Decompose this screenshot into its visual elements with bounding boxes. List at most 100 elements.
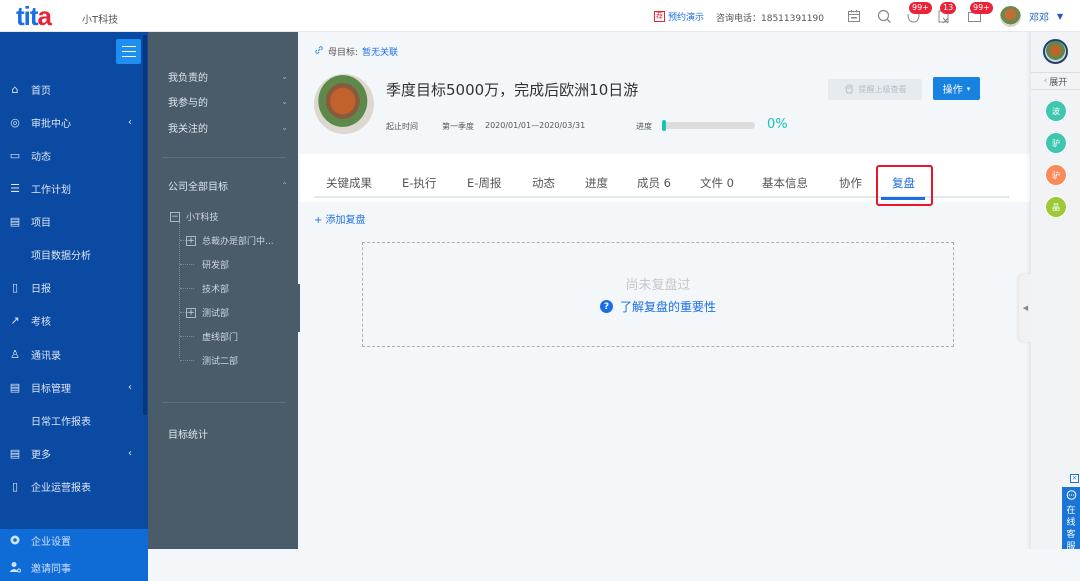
online-service-button[interactable]: 在 线 客 服 [1062, 487, 1080, 552]
nav-item-invite[interactable]: 邀请同事 [0, 556, 140, 578]
nav-item-label: 更多 [31, 449, 51, 461]
filter-my-responsible[interactable]: 我负责的 ⌄ [168, 69, 288, 84]
recommend-icon: 荐 [654, 11, 665, 22]
progress-percent: 0% [767, 117, 788, 132]
chevron-left-icon[interactable]: ‹ [128, 448, 132, 459]
nav-item-label: 动态 [31, 151, 51, 163]
chevron-up-icon: ⌃ [281, 181, 288, 190]
tree-node[interactable]: 虚线部门 [202, 330, 238, 343]
mail-badge: 99+ [970, 2, 993, 14]
user-name[interactable]: 邓邓 [1029, 9, 1049, 24]
nav-item[interactable]: ▯ 企业运营报表 [0, 475, 140, 497]
collapse-icon[interactable]: − [170, 211, 180, 222]
tree-node-root[interactable]: − 小T科技 [170, 210, 219, 223]
message-icon[interactable]: 99+ [905, 2, 932, 24]
mail-icon[interactable]: 99+ [966, 2, 993, 24]
chevron-down-icon[interactable]: ▼ [1057, 12, 1063, 21]
filter-company-all[interactable]: 公司全部目标 ⌃ [168, 178, 288, 193]
plan-icon: ☰ [10, 181, 20, 195]
nav-item-label: 日常工作报表 [31, 416, 91, 428]
goal-owner-avatar[interactable] [314, 74, 374, 134]
goal-title: 季度目标5000万，完成后欧洲10日游 [386, 81, 639, 99]
search-icon[interactable] [876, 8, 892, 24]
caret-down-icon: ▾ [966, 84, 971, 93]
nav-item[interactable]: ⌂ 首页 [0, 78, 140, 100]
learn-review-link[interactable]: ? 了解复盘的重要性 [363, 298, 953, 315]
remind-superior-button[interactable]: 提醒上级查看 [828, 79, 922, 100]
tree-connector [180, 288, 194, 289]
add-review-button[interactable]: + 添加复盘 [314, 211, 366, 226]
parent-goal-link[interactable]: 暂无关联 [362, 45, 398, 58]
tree-node[interactable]: 测试二部 [202, 354, 238, 367]
chevron-down-icon: ⌄ [281, 72, 288, 81]
daily-report-icon: ▯ [11, 280, 19, 294]
tree-node[interactable]: + 测试部 [186, 306, 229, 319]
tab[interactable]: 协作 [839, 175, 862, 191]
period-range: 2020/01/01—2020/03/31 [485, 121, 586, 130]
filter-my-following[interactable]: 我关注的 ⌄ [168, 120, 288, 135]
nav-item-label: 企业设置 [31, 536, 71, 548]
empty-message: 尚未复盘过 [625, 278, 691, 293]
user-menu[interactable]: 邓邓 ▼ [1000, 6, 1063, 27]
nav-item[interactable]: 日常工作报表 [0, 409, 140, 431]
tab[interactable]: 成员 6 [637, 175, 671, 191]
calendar-icon[interactable] [846, 8, 862, 24]
nav-item-label: 考核 [31, 316, 51, 328]
nav-item[interactable]: ▤ 项目 [0, 210, 140, 232]
nav-item[interactable]: ◎ 审批中心 ‹ [0, 111, 140, 133]
tab[interactable]: E-周报 [467, 175, 501, 191]
nav-item[interactable]: ▯ 日报 [0, 276, 140, 298]
book-demo[interactable]: 荐 预约演示 [654, 10, 704, 23]
nav-item[interactable]: ▤ 更多 ‹ [0, 442, 140, 464]
nav-item-settings[interactable]: 企业设置 [0, 529, 140, 551]
expand-icon[interactable]: + [186, 307, 196, 318]
member-avatar[interactable]: 驴 [1045, 132, 1067, 154]
task-icon[interactable]: 13 [936, 2, 957, 24]
tab[interactable]: 文件 0 [700, 175, 734, 191]
project-icon: ▤ [9, 214, 21, 228]
nav-item[interactable]: ▤ 目标管理 ‹ [0, 376, 140, 398]
close-icon[interactable]: × [1070, 474, 1079, 483]
filter-my-participating[interactable]: 我参与的 ⌄ [168, 94, 288, 109]
menu-toggle-button[interactable] [116, 39, 141, 64]
chevron-left-icon[interactable]: ‹ [128, 117, 132, 128]
nav-item-label: 审批中心 [31, 118, 71, 130]
divider [162, 402, 286, 403]
tree-connector [180, 360, 194, 361]
nav-item[interactable]: ☰ 工作计划 [0, 177, 140, 199]
tree-node[interactable]: 技术部 [202, 282, 229, 295]
nav-scrollbar[interactable] [143, 35, 147, 415]
book-demo-link[interactable]: 预约演示 [668, 10, 704, 23]
tree-connector [180, 264, 194, 265]
chevron-left-icon[interactable]: ‹ [128, 382, 132, 393]
tree-node[interactable]: 研发部 [202, 258, 229, 271]
nav-item[interactable]: ▭ 动态 [0, 144, 140, 166]
tree-node-label: 测试二部 [202, 357, 239, 367]
member-avatar[interactable]: 驴 [1045, 164, 1067, 186]
tab[interactable]: 进度 [585, 175, 608, 191]
tab[interactable]: E-执行 [402, 175, 436, 191]
goal-stats-link[interactable]: 目标统计 [168, 426, 288, 441]
goal-detail: 母目标: 暂无关联 季度目标5000万，完成后欧洲10日游 起止时间 第一季度 … [300, 32, 1030, 549]
tab[interactable]: 动态 [532, 175, 555, 191]
user-avatar[interactable] [1000, 6, 1021, 27]
parent-goal: 母目标: 暂无关联 [314, 45, 398, 58]
tita-logo[interactable]: tita [16, 3, 52, 29]
nav-item[interactable]: 项目数据分析 [0, 243, 140, 265]
nav-item[interactable]: ♙ 通讯录 [0, 343, 140, 365]
member-avatar[interactable]: 晶 [1045, 196, 1067, 218]
tree-node[interactable]: + 总裁办是部门中... [186, 234, 274, 247]
top-bar: tita 小T科技 荐 预约演示 咨询电话：18511391190 99+ 13… [0, 0, 1080, 32]
expand-icon[interactable]: + [186, 235, 196, 246]
nav-item[interactable]: ↗ 考核 [0, 309, 140, 331]
tab[interactable]: 关键成果 [326, 175, 372, 191]
period-name: 第一季度 [442, 122, 474, 131]
approval-icon: ◎ [10, 115, 20, 129]
member-avatar[interactable]: 波 [1045, 100, 1067, 122]
tab[interactable]: 基本信息 [762, 175, 808, 191]
owner-avatar[interactable] [1043, 39, 1068, 64]
actions-button[interactable]: 操作 ▾ [933, 77, 980, 100]
divider [162, 157, 286, 158]
home-icon: ⌂ [11, 82, 19, 96]
expand-button[interactable]: ‹ 展开 [1031, 72, 1080, 90]
